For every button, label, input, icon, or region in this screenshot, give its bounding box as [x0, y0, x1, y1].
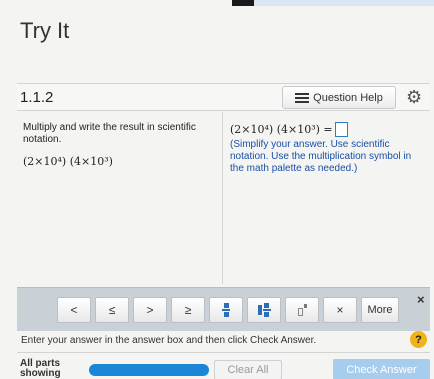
less-than-button[interactable]: <: [57, 297, 91, 323]
page-title: Try It: [20, 18, 70, 43]
exponent-icon: [297, 304, 307, 316]
question-prompt: Multiply and write the result in scienti…: [23, 122, 196, 145]
help-icon[interactable]: ?: [410, 331, 427, 348]
fraction-button[interactable]: [209, 297, 243, 323]
answer-expression: (2×10⁴) (4×10³) =: [230, 122, 333, 136]
top-strip: [0, 0, 434, 6]
instruction-text: Enter your answer in the answer box and …: [21, 335, 317, 346]
more-button[interactable]: More: [361, 297, 399, 323]
check-answer-button[interactable]: Check Answer: [333, 359, 430, 379]
close-palette-icon[interactable]: ×: [417, 292, 425, 307]
answer-hint: (Simplify your answer. Use scientific no…: [230, 139, 412, 174]
greater-than-button[interactable]: >: [133, 297, 167, 323]
answer-line: (2×10⁴) (4×10³) =: [230, 122, 424, 137]
mixed-number-icon: [257, 303, 271, 317]
fraction-icon: [222, 303, 230, 317]
less-equal-button[interactable]: ≤: [95, 297, 129, 323]
clear-all-button[interactable]: Clear All: [214, 360, 282, 379]
parts-progress-bar: [89, 364, 209, 376]
question-left-pane: Multiply and write the result in scienti…: [17, 112, 223, 284]
question-help-button[interactable]: Question Help: [282, 86, 396, 109]
math-palette: < ≤ > ≥ × More ×: [17, 287, 430, 331]
multiply-button[interactable]: ×: [323, 297, 357, 323]
top-strip-dark: [232, 0, 254, 6]
gear-icon[interactable]: ⚙: [406, 87, 422, 108]
question-expression: (2×10⁴) (4×10³): [23, 155, 113, 168]
section-number: 1.1.2: [20, 89, 54, 106]
question-right-pane: (2×10⁴) (4×10³) = (Simplify your answer.…: [224, 112, 430, 284]
exponent-button[interactable]: [285, 297, 319, 323]
bottom-bar: All parts showing Clear All Check Answer: [17, 352, 430, 379]
question-panes: Multiply and write the result in scienti…: [17, 112, 430, 284]
answer-input[interactable]: [334, 122, 348, 137]
parts-label: All parts showing: [20, 358, 61, 379]
mixed-number-button[interactable]: [247, 297, 281, 323]
list-icon: [295, 92, 310, 103]
question-header: 1.1.2 Question Help ⚙: [17, 83, 430, 111]
top-strip-blue: [254, 0, 434, 6]
greater-equal-button[interactable]: ≥: [171, 297, 205, 323]
question-help-label: Question Help: [313, 91, 383, 104]
